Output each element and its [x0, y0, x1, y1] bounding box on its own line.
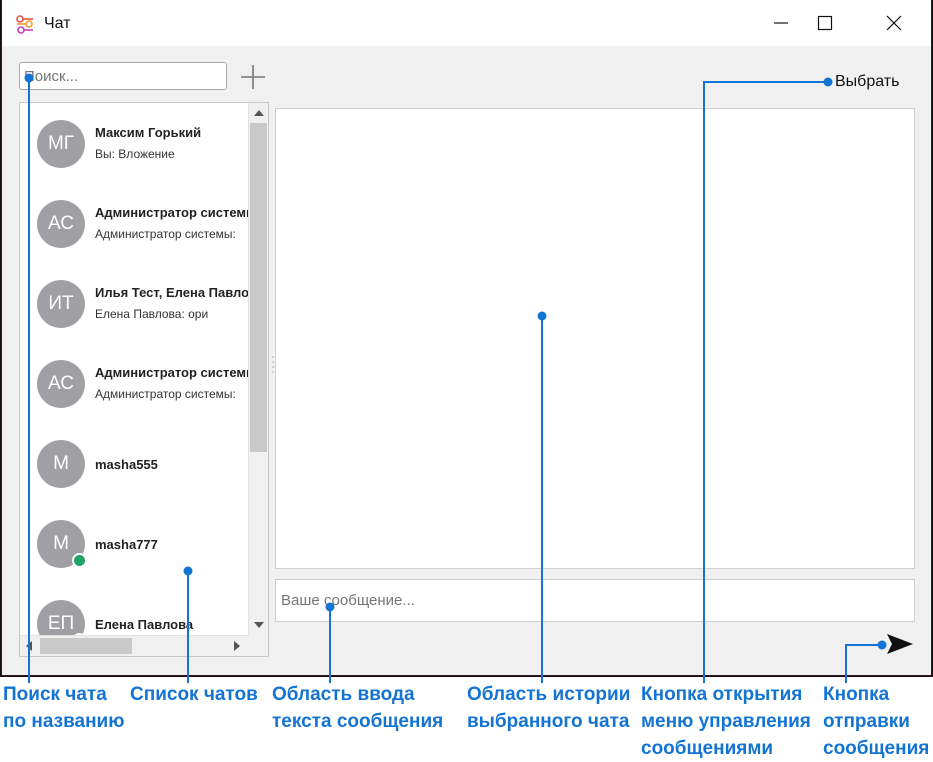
annotation-callout-lines	[24, 73, 887, 683]
annotation-send: Кнопка отправки сообщения	[823, 684, 930, 759]
annotation-select-menu: Кнопка открытия меню управления сообщени…	[641, 684, 811, 759]
annotation-message-input: Область ввода текста сообщения	[272, 684, 444, 732]
annotation-history: Область истории выбранного чата	[467, 684, 631, 732]
annotation-search: Поиск чата по названию	[3, 684, 125, 732]
annotation-chat-list: Список чатов	[130, 684, 258, 705]
